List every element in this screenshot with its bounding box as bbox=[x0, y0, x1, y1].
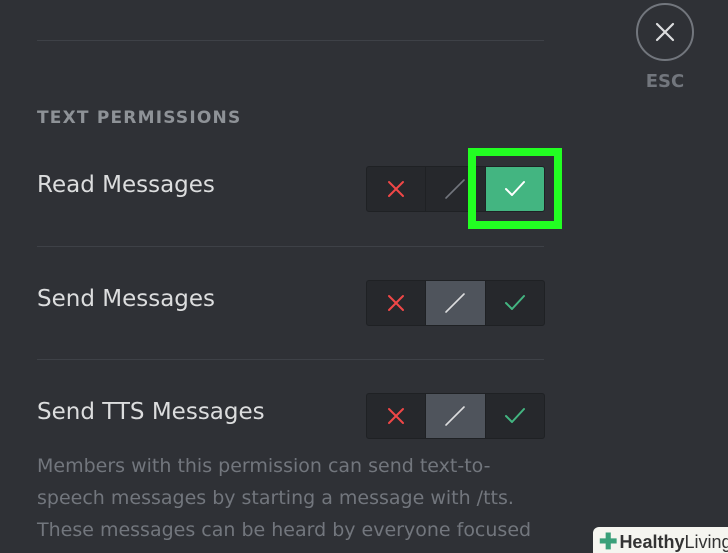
allow-button[interactable] bbox=[486, 394, 544, 438]
watermark-bold: Healthy bbox=[619, 531, 685, 552]
row-divider bbox=[37, 246, 544, 247]
row-divider bbox=[37, 359, 544, 360]
plus-icon: ✚ bbox=[599, 529, 618, 553]
permission-toggle-send-tts-messages bbox=[366, 393, 545, 439]
description-line: These messages can be heard by everyone … bbox=[37, 519, 532, 541]
section-header-text-permissions: TEXT PERMISSIONS bbox=[37, 108, 242, 128]
watermark-logo: ✚ Healthy Living bbox=[593, 527, 728, 553]
x-icon bbox=[388, 181, 405, 197]
slash-icon bbox=[445, 406, 466, 426]
x-icon bbox=[388, 295, 405, 311]
close-button[interactable] bbox=[636, 3, 694, 61]
check-icon bbox=[504, 295, 525, 310]
permission-toggle-send-messages bbox=[366, 280, 545, 326]
esc-label: ESC bbox=[645, 71, 685, 92]
neutral-button[interactable] bbox=[426, 281, 486, 325]
x-icon bbox=[388, 408, 405, 424]
permission-toggle-read-messages bbox=[366, 166, 545, 212]
permission-label-send-messages: Send Messages bbox=[37, 286, 216, 312]
check-icon bbox=[504, 408, 525, 423]
allow-button[interactable] bbox=[486, 281, 544, 325]
neutral-button[interactable] bbox=[426, 167, 486, 211]
watermark-rest: Living bbox=[684, 531, 728, 552]
allow-button[interactable] bbox=[485, 167, 544, 211]
slash-icon bbox=[445, 293, 466, 313]
esc-close[interactable]: ESC bbox=[636, 3, 694, 92]
check-icon bbox=[504, 181, 525, 196]
deny-button[interactable] bbox=[367, 394, 427, 438]
deny-button[interactable] bbox=[367, 281, 427, 325]
description-line: Members with this permission can send te… bbox=[37, 455, 491, 477]
description-line: speech messages by starting a message wi… bbox=[37, 487, 514, 509]
top-divider bbox=[37, 40, 544, 41]
permission-label-send-tts-messages: Send TTS Messages bbox=[37, 399, 265, 425]
close-icon bbox=[655, 22, 675, 42]
slash-icon bbox=[445, 179, 466, 199]
deny-button[interactable] bbox=[367, 167, 427, 211]
permission-label-read-messages: Read Messages bbox=[37, 172, 215, 198]
neutral-button[interactable] bbox=[426, 394, 486, 438]
permission-description: Members with this permission can send te… bbox=[37, 450, 537, 546]
